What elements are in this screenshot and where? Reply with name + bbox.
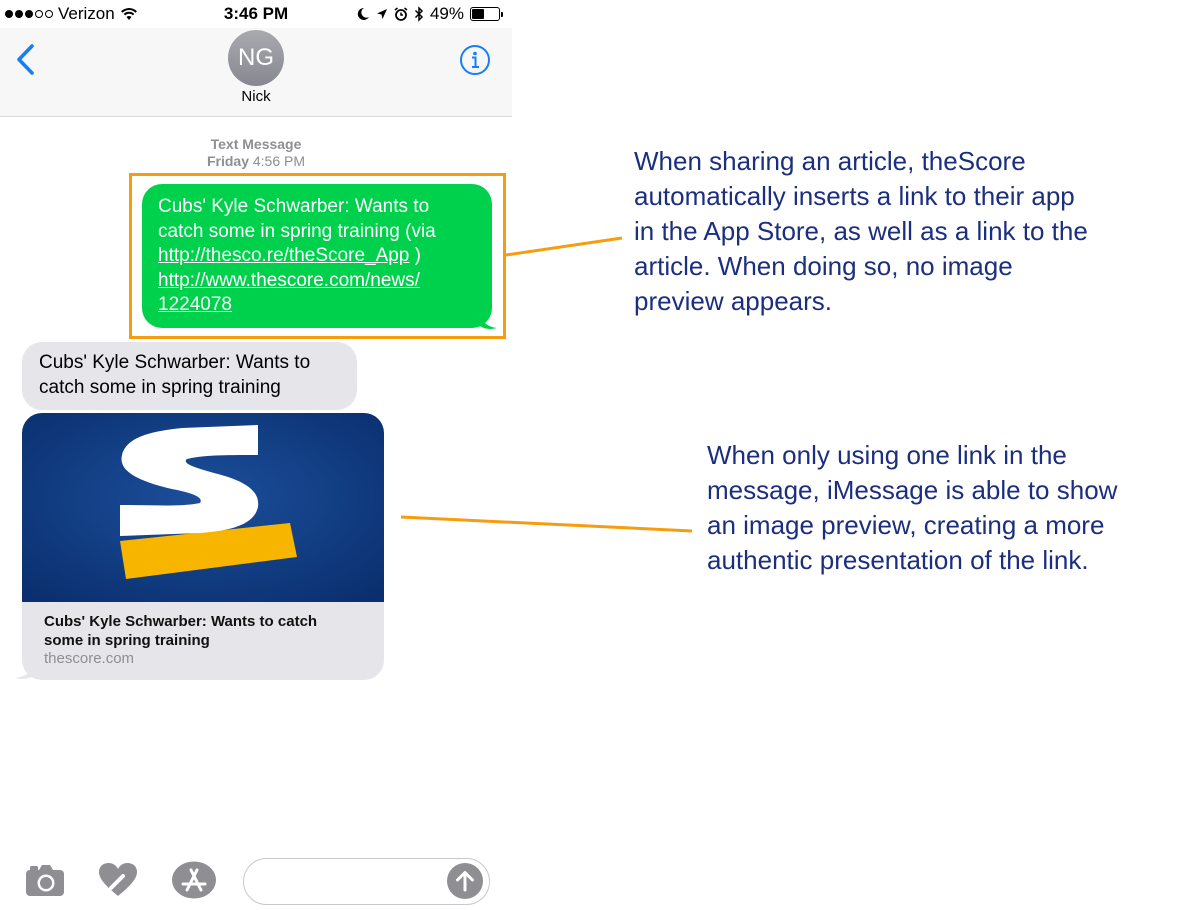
annotation-line: message, iMessage is able to show bbox=[707, 475, 1118, 505]
phone-screen: Verizon 3:46 PM 49% NG Nick Text Message… bbox=[0, 0, 512, 910]
page: Verizon 3:46 PM 49% NG Nick Text Message… bbox=[0, 0, 1204, 910]
annotation-line: When only using one link in the bbox=[707, 440, 1067, 470]
received-message-bubble[interactable]: Cubs' Kyle Schwarber: Wants to catch som… bbox=[22, 342, 357, 410]
send-button[interactable] bbox=[447, 863, 483, 899]
received-text-line: catch some in spring training bbox=[39, 376, 281, 398]
annotation-top: When sharing an article, theScore automa… bbox=[634, 144, 1174, 319]
message-toolbar bbox=[0, 850, 512, 910]
digital-touch-button[interactable] bbox=[98, 862, 138, 903]
timestamp-day: Friday bbox=[206, 153, 249, 169]
location-icon bbox=[376, 9, 387, 19]
timestamp-label: Text Message bbox=[210, 136, 302, 152]
link-suffix: ) bbox=[409, 245, 421, 266]
timestamp: Friday 4:56 PM bbox=[0, 153, 512, 169]
annotation-line: preview appears. bbox=[634, 286, 832, 316]
sent-text-line: catch some in spring training (via bbox=[158, 220, 436, 242]
annotation-line: authentic presentation of the link. bbox=[707, 545, 1089, 575]
app-store-icon bbox=[172, 861, 216, 899]
status-bar: Verizon 3:46 PM 49% bbox=[0, 0, 512, 28]
annotation-line: an image preview, creating a more bbox=[707, 510, 1105, 540]
info-icon bbox=[460, 45, 490, 75]
camera-button[interactable] bbox=[25, 863, 65, 902]
received-text-line: Cubs' Kyle Schwarber: Wants to bbox=[39, 352, 311, 373]
back-button[interactable] bbox=[12, 42, 42, 78]
received-bubble-tail bbox=[15, 664, 36, 679]
annotation-line: in the App Store, as well as a link to t… bbox=[634, 216, 1088, 246]
status-right: 49% bbox=[357, 4, 503, 24]
heart-icon bbox=[99, 863, 137, 896]
bluetooth-icon bbox=[414, 6, 424, 22]
preview-title: Cubs' Kyle Schwarber: Wants to catch som… bbox=[44, 613, 364, 650]
annotation-bottom: When only using one link in the message,… bbox=[707, 438, 1202, 578]
preview-title-line: Cubs' Kyle Schwarber: Wants to catch bbox=[44, 613, 318, 630]
app-link-row: http://thesco.re/theScore_App ) bbox=[158, 244, 476, 269]
moon-icon bbox=[357, 7, 369, 20]
app-store-button[interactable] bbox=[171, 861, 217, 904]
battery-icon bbox=[470, 7, 503, 21]
conversation-header: NG Nick bbox=[0, 28, 512, 117]
chevron-left-icon bbox=[17, 44, 34, 75]
article-link-id[interactable]: 1224078 bbox=[158, 293, 476, 318]
battery-percent: 49% bbox=[429, 4, 464, 23]
contact-avatar[interactable]: NG bbox=[228, 30, 284, 86]
annotation-line: automatically inserts a link to their ap… bbox=[634, 181, 1075, 211]
preview-title-line: some in spring training bbox=[44, 631, 210, 649]
app-store-link[interactable]: http://thesco.re/theScore_App bbox=[158, 245, 409, 266]
info-button[interactable] bbox=[459, 44, 491, 76]
sent-bubble-tail bbox=[478, 314, 497, 329]
thescore-logo-image bbox=[22, 413, 384, 602]
link-preview-card[interactable]: Cubs' Kyle Schwarber: Wants to catch som… bbox=[22, 413, 384, 680]
contact-name[interactable]: Nick bbox=[0, 88, 512, 105]
annotation-line-top bbox=[505, 236, 623, 257]
sent-message-bubble[interactable]: Cubs' Kyle Schwarber: Wants to catch som… bbox=[142, 184, 492, 328]
annotation-line: When sharing an article, theScore bbox=[634, 146, 1026, 176]
annotation-line: article. When doing so, no image bbox=[634, 251, 1013, 281]
arrow-up-icon bbox=[456, 871, 474, 892]
timestamp-time: 4:56 PM bbox=[252, 153, 306, 169]
sent-text-line: Cubs' Kyle Schwarber: Wants to bbox=[158, 196, 430, 217]
article-link[interactable]: http://www.thescore.com/news/ bbox=[158, 269, 476, 294]
camera-icon bbox=[26, 865, 64, 896]
preview-domain: thescore.com bbox=[44, 650, 135, 667]
alarm-icon bbox=[394, 7, 408, 21]
